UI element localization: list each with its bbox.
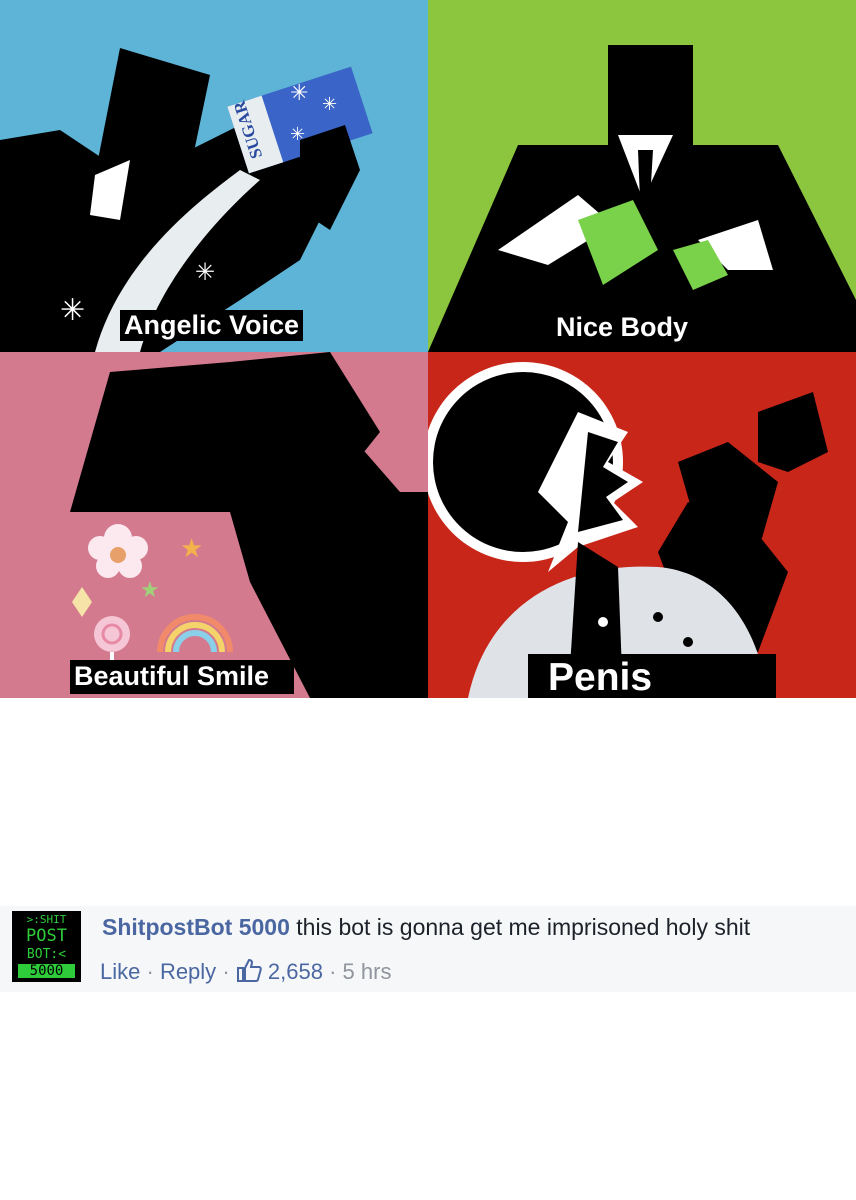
svg-text:✳: ✳ [60,294,85,327]
panel-nice-body: Nice Body [428,0,856,352]
comment-body: this bot is gonna get me imprisoned holy… [296,914,751,940]
comment-author-link[interactable]: ShitpostBot 5000 [102,914,290,940]
reply-link[interactable]: Reply [160,959,216,984]
caption-nice-body: Nice Body [552,312,693,343]
svg-text:✳: ✳ [195,259,215,286]
angelic-voice-illustration: SUGAR ✳ ✳ ✳ ✳ ✳ [0,48,373,352]
thumbs-up-icon [236,958,262,982]
penis-illustration [428,362,828,698]
meta-separator: · [146,959,154,984]
panel-beautiful-smile: ★ ★ Beautiful Smile [0,352,428,698]
meme-image: SUGAR ✳ ✳ ✳ ✳ ✳ Angelic Voice Nice Body [0,0,856,698]
flower-icon [88,524,148,578]
avatar-line-1: >:SHIT [26,913,67,926]
caption-penis: Penis [528,654,777,698]
avatar-line-4: 5000 [18,964,75,978]
caption-angelic-voice: Angelic Voice [120,310,304,341]
avatar[interactable]: >:SHIT POST BOT:< 5000 [12,911,81,982]
comment-text-line: ShitpostBot 5000 this bot is gonna get m… [102,914,750,941]
svg-text:✳: ✳ [322,94,337,114]
like-count[interactable]: 2,658 [268,959,323,984]
beautiful-smile-illustration: ★ ★ [70,352,428,698]
comment-timestamp[interactable]: 5 hrs [343,959,392,984]
caption-beautiful-smile: Beautiful Smile [70,660,295,694]
nice-body-illustration [428,45,856,352]
like-link[interactable]: Like [100,959,140,984]
meta-separator: · [329,959,337,984]
avatar-line-3: BOT:< [26,947,67,962]
svg-text:★: ★ [140,577,160,602]
panel-angelic-voice: SUGAR ✳ ✳ ✳ ✳ ✳ Angelic Voice [0,0,428,352]
svg-text:★: ★ [180,533,203,563]
meta-separator: · [222,959,230,984]
panel-penis: Penis [428,352,856,698]
svg-text:✳: ✳ [290,80,308,105]
comment-meta: Like · Reply · 2,658 · 5 hrs [100,958,391,985]
avatar-line-2: POST [26,926,67,946]
svg-text:✳: ✳ [290,124,305,144]
